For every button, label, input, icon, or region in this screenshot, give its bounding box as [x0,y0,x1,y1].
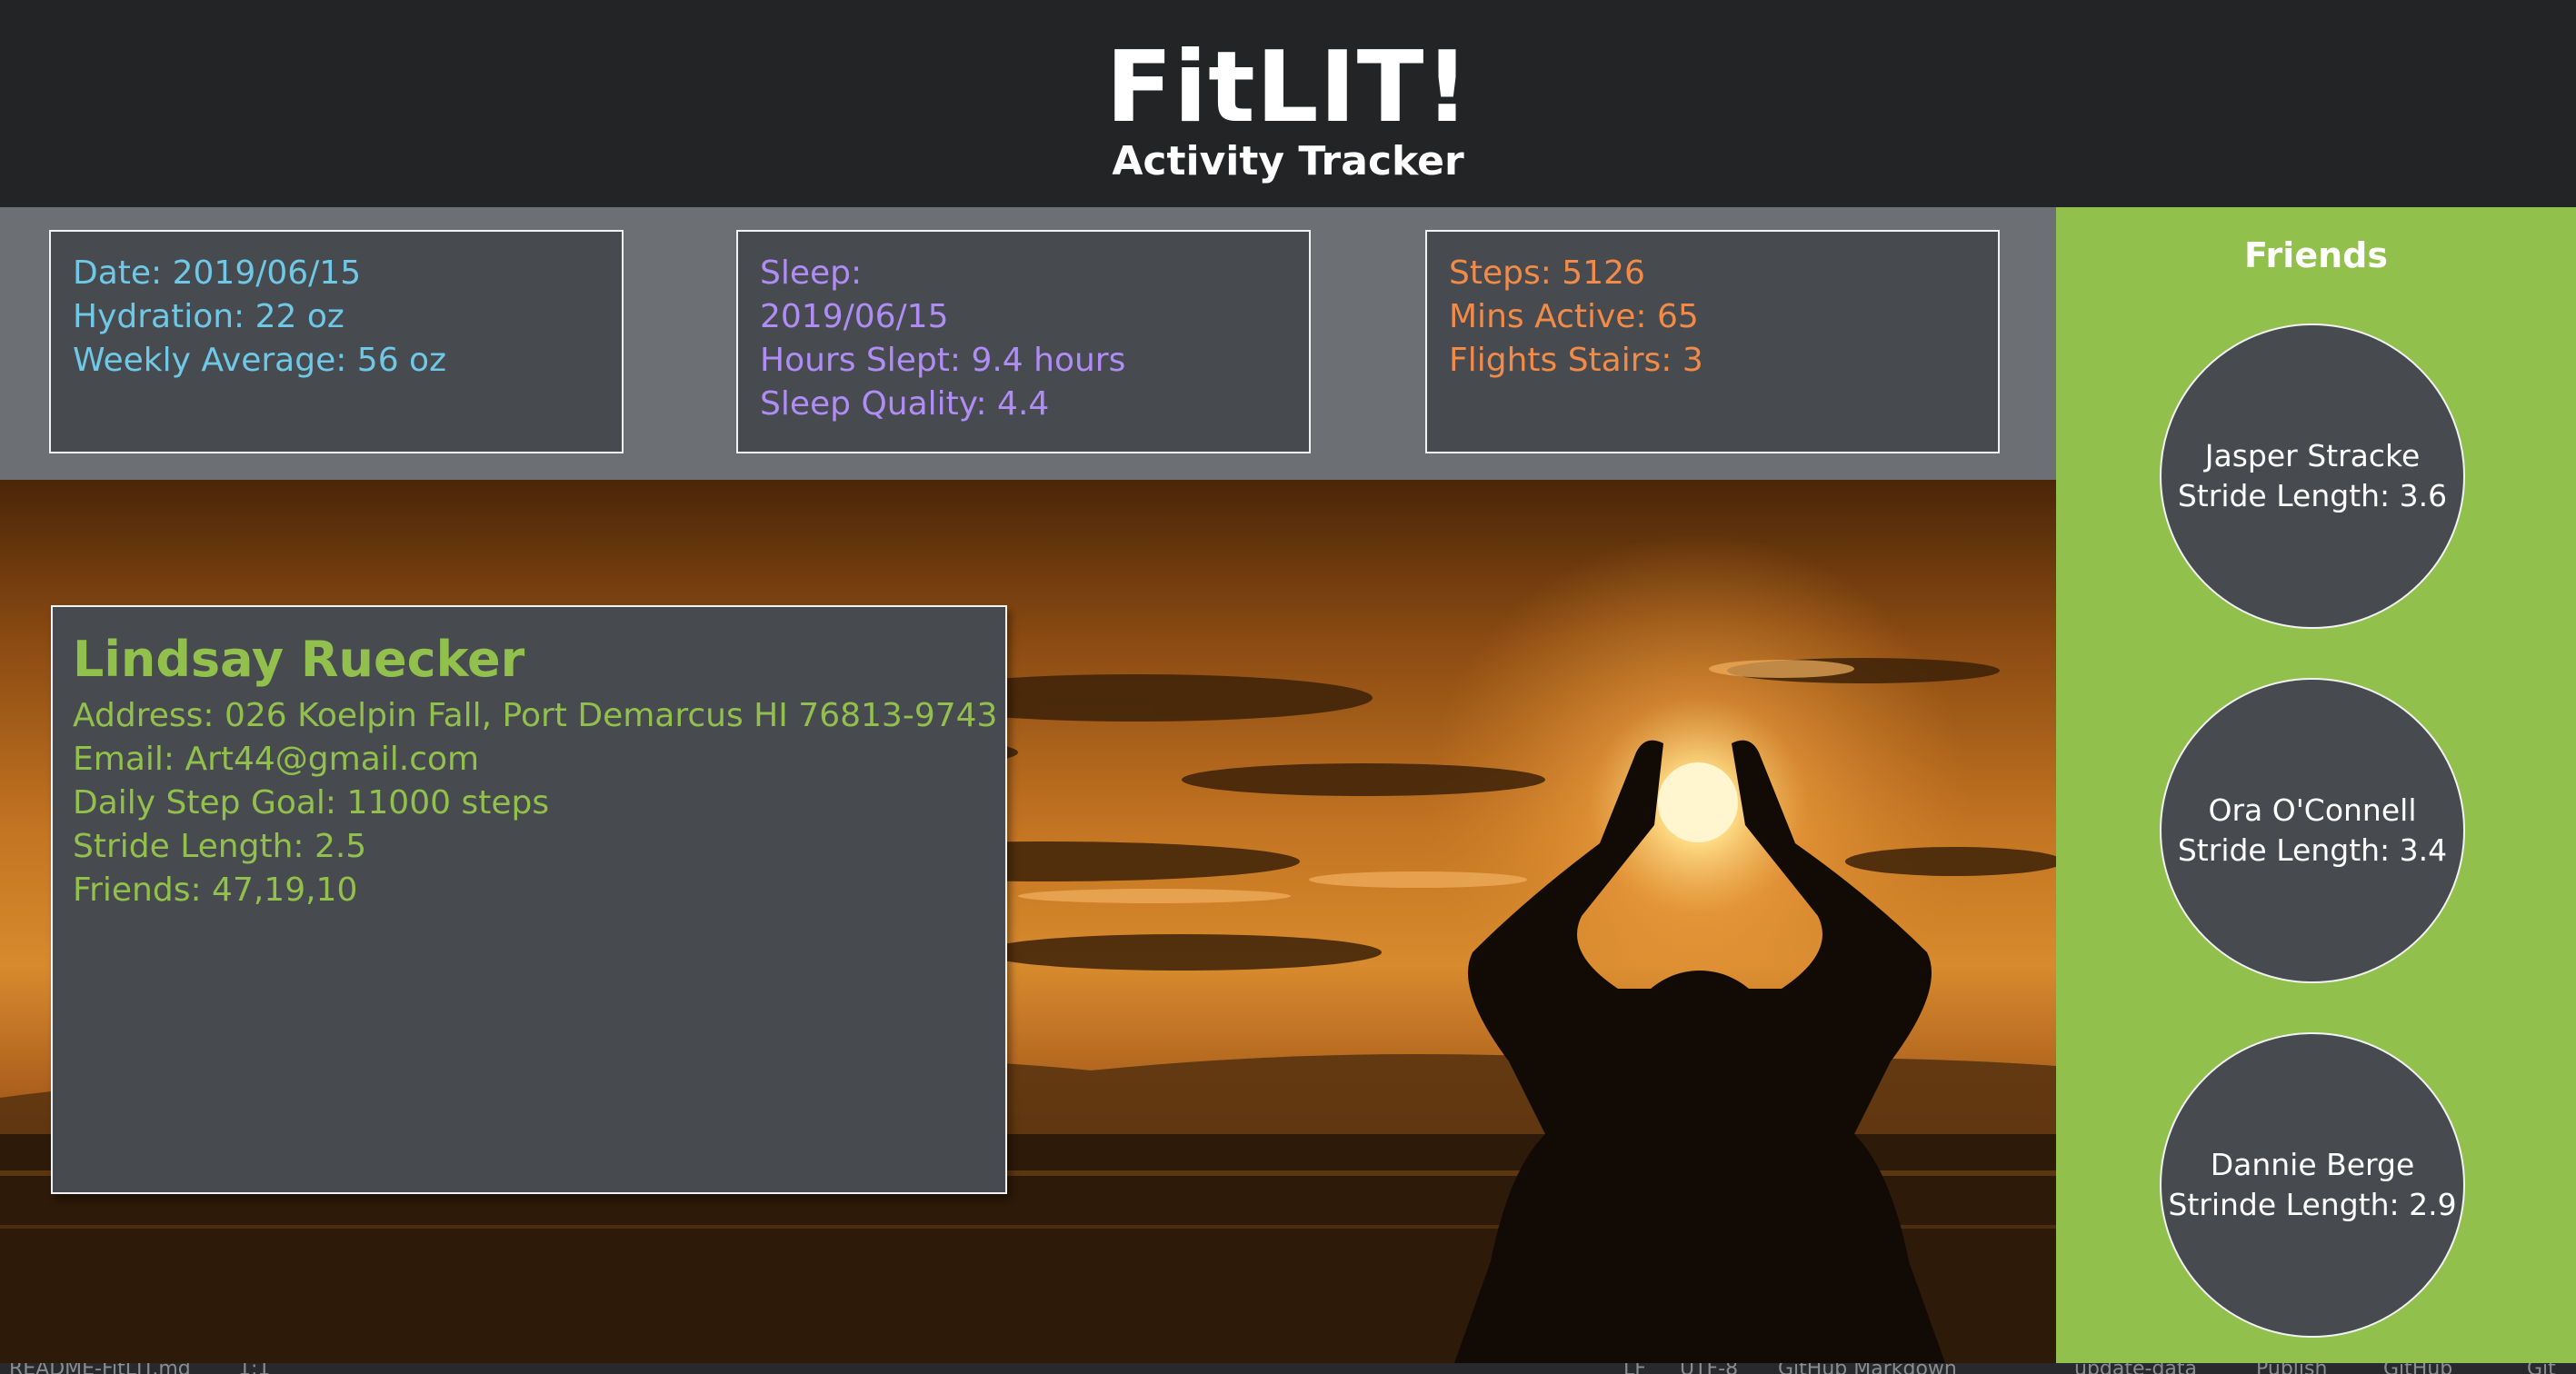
sleep-date: 2019/06/15 [760,298,949,335]
friends-panel: Friends Jasper Stracke Stride Length: 3.… [2056,207,2576,1363]
friend-card: Jasper Stracke Stride Length: 3.6 [2160,324,2465,629]
user-name: Lindsay Ruecker [73,631,525,688]
status-branch[interactable]: update-data [2074,1363,2197,1374]
stats-band: Date: 2019/06/15 Hydration: 22 oz Weekly… [0,207,2056,480]
activity-flights: Flights Stairs: 3 [1449,342,1703,379]
status-line-ending[interactable]: LF [1623,1363,1646,1374]
friend-card: Dannie Berge Strinde Length: 2.9 [2160,1032,2465,1338]
hydration-amount: Hydration: 22 oz [73,298,344,335]
user-stride-length: Stride Length: 2.5 [73,828,367,865]
sleep-hours: Hours Slept: 9.4 hours [760,342,1126,379]
hydration-weekly-average: Weekly Average: 56 oz [73,342,446,379]
app-title: FitLIT! [1105,31,1471,144]
status-github[interactable]: GitHub [2383,1363,2452,1374]
hydration-date: Date: 2019/06/15 [73,254,362,292]
app-header: FitLIT! Activity Tracker [0,4,2576,207]
user-friends: Friends: 47,19,10 [73,871,358,909]
sleep-card: Sleep: 2019/06/15 Hours Slept: 9.4 hours… [736,230,1311,453]
status-git[interactable]: Git [2527,1363,2556,1374]
friend-stride: Stride Length: 3.6 [2177,478,2448,513]
user-profile-card: Lindsay Ruecker Address: 026 Koelpin Fal… [51,605,1007,1194]
sleep-label: Sleep: [760,254,863,292]
status-publish[interactable]: Publish [2256,1363,2327,1374]
status-encoding[interactable]: UTF-8 [1680,1363,1738,1374]
status-grammar[interactable]: GitHub Markdown [1778,1363,1957,1374]
activity-card: Steps: 5126 Mins Active: 65 Flights Stai… [1425,230,2000,453]
user-address: Address: 026 Koelpin Fall, Port Demarcus… [73,697,998,734]
app-subtitle: Activity Tracker [1112,138,1464,184]
friend-stride: Strinde Length: 2.9 [2168,1187,2457,1222]
activity-mins-active: Mins Active: 65 [1449,298,1699,335]
editor-status-bar: README-FitLIT.md 1:1 LF UTF-8 GitHub Mar… [0,1363,2576,1374]
friend-name: Dannie Berge [2210,1147,2415,1182]
friend-stride: Stride Length: 3.4 [2177,832,2448,868]
friends-title: Friends [2244,235,2388,275]
friend-card: Ora O'Connell Stride Length: 3.4 [2160,678,2465,983]
sleep-quality: Sleep Quality: 4.4 [760,385,1050,423]
sunset-background-image: Lindsay Ruecker Address: 026 Koelpin Fal… [0,480,2056,1363]
status-cursor-position[interactable]: 1:1 [238,1363,270,1374]
friend-name: Jasper Stracke [2204,438,2421,473]
activity-steps: Steps: 5126 [1449,254,1645,292]
user-email: Email: Art44@gmail.com [73,741,480,778]
user-step-goal: Daily Step Goal: 11000 steps [73,784,550,821]
friend-name: Ora O'Connell [2208,792,2417,828]
hydration-card: Date: 2019/06/15 Hydration: 22 oz Weekly… [49,230,624,453]
status-file-name[interactable]: README-FitLIT.md [9,1363,191,1374]
